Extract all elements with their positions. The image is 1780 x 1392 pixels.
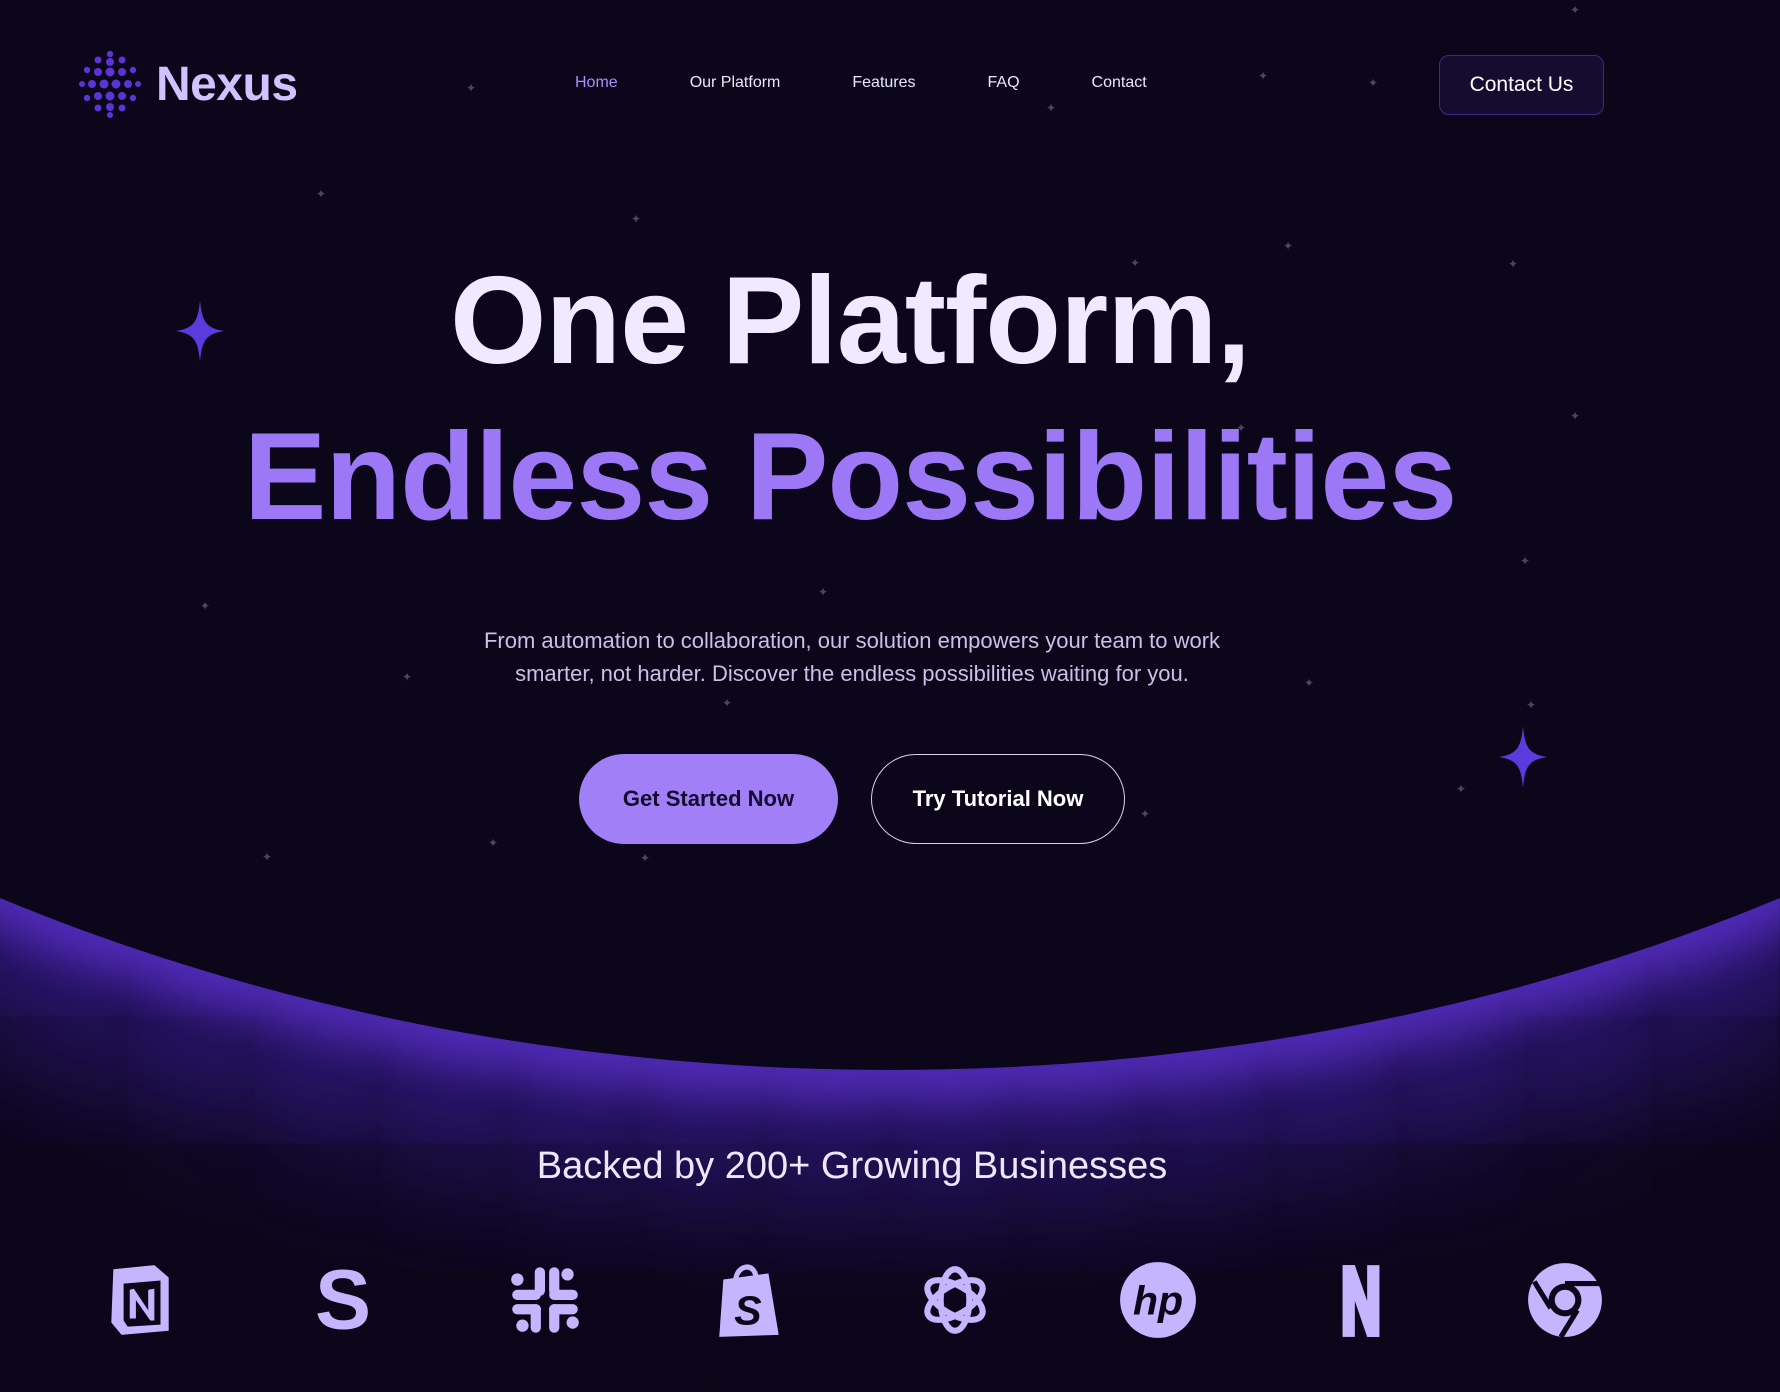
star-icon: ✦ [262, 850, 273, 864]
star-icon: ✦ [640, 851, 651, 865]
star-icon: ✦ [488, 836, 499, 850]
star-icon: ✦ [631, 212, 642, 226]
dotted-sphere-icon [79, 50, 141, 118]
get-started-button[interactable]: Get Started Now [579, 754, 838, 844]
try-tutorial-button[interactable]: Try Tutorial Now [871, 754, 1125, 844]
brand-logo[interactable]: Nexus [78, 50, 298, 118]
hero-subtitle: From automation to collaboration, our so… [420, 624, 1284, 690]
stripe-icon: S [298, 1255, 388, 1345]
landing-page: ✦ ✦ ✦ ✦ ✦ ✦ ✦ ✦ ✦ ✦ ✦ ✦ ✦ ✦ ✦ ✦ ✦ ✦ ✦ ✦ … [0, 0, 1780, 1392]
nav-link-our-platform[interactable]: Our Platform [690, 74, 781, 92]
netflix-icon [1316, 1255, 1406, 1345]
star-icon: ✦ [818, 585, 829, 599]
brand-name: Nexus [156, 57, 298, 111]
hero-title-line-2: Endless Possibilities [243, 408, 1458, 546]
star-icon: ✦ [402, 670, 413, 684]
chrome-icon [1520, 1255, 1610, 1345]
star-icon: ✦ [1520, 554, 1531, 568]
svg-text:S: S [734, 1288, 761, 1334]
nav-link-faq[interactable]: FAQ [988, 74, 1020, 92]
openai-icon [910, 1255, 1000, 1345]
star-icon: ✦ [1140, 807, 1151, 821]
star-icon: ✦ [722, 696, 733, 710]
nav-link-home[interactable]: Home [575, 74, 618, 92]
hp-icon: hp [1113, 1255, 1203, 1345]
top-nav: Nexus Home Our Platform Features FAQ Con… [0, 0, 1780, 170]
svg-text:S: S [315, 1259, 371, 1341]
hero-subtitle-line-1: From automation to collaboration, our so… [483, 628, 1221, 653]
partner-logos: S S hp [0, 1255, 1780, 1345]
star-icon: ✦ [1526, 698, 1537, 712]
shopify-icon: S [705, 1255, 795, 1345]
star-icon: ✦ [1304, 676, 1315, 690]
contact-us-button[interactable]: Contact Us [1439, 55, 1604, 115]
nav-link-contact[interactable]: Contact [1092, 74, 1147, 92]
hero-subtitle-line-2: smarter, not harder. Discover the endles… [515, 661, 1189, 686]
svg-text:hp: hp [1133, 1277, 1183, 1323]
notion-icon [95, 1255, 185, 1345]
star-icon: ✦ [316, 187, 327, 201]
partners-heading: Backed by 200+ Growing Businesses [536, 1145, 1168, 1187]
slack-icon [500, 1255, 590, 1345]
sparkle-icon [1499, 726, 1547, 788]
nav-links: Home Our Platform Features FAQ Contact [575, 74, 1147, 92]
star-icon: ✦ [200, 599, 211, 613]
star-icon: ✦ [1456, 782, 1467, 796]
nav-link-features[interactable]: Features [852, 74, 915, 92]
hero-title-line-1: One Platform, [449, 252, 1251, 390]
